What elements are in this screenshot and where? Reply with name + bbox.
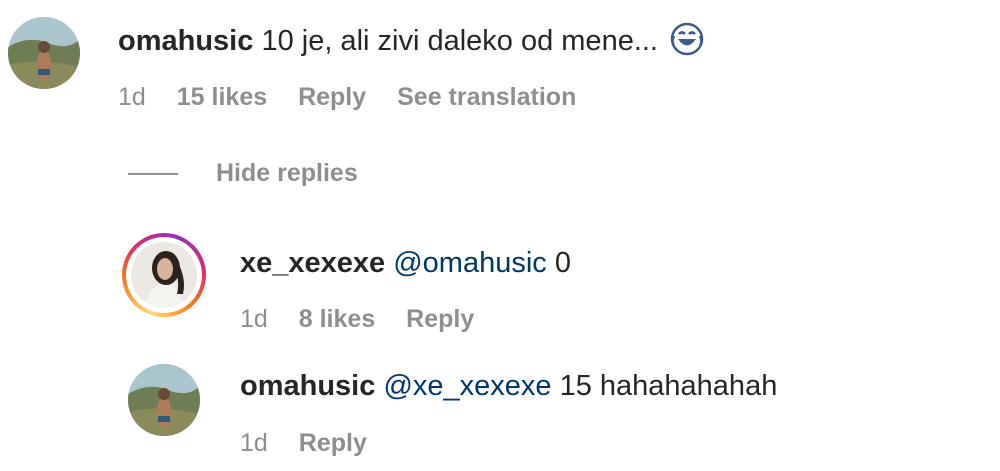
avatar-omahusic[interactable] xyxy=(8,17,80,89)
comment-text-line: omahusic 10 je, ali zivi daleko od mene.… xyxy=(118,22,704,64)
reply-2-username[interactable]: omahusic xyxy=(240,370,375,402)
reply-2-age: 1d xyxy=(240,429,268,457)
hide-replies-label: Hide replies xyxy=(216,159,358,187)
reply-1-reply-button[interactable]: Reply xyxy=(406,305,474,333)
comment-text: 10 je, ali zivi daleko od mene... xyxy=(261,25,658,57)
reply-2-text: 15 hahahahahah xyxy=(559,370,778,402)
comment-reply-button[interactable]: Reply xyxy=(298,83,366,111)
hide-replies-button[interactable]: Hide replies xyxy=(128,158,358,188)
reply-1-age: 1d xyxy=(240,305,268,333)
reply-1-text: 0 xyxy=(554,247,571,279)
beach-photo-avatar xyxy=(128,364,200,436)
comment-likes[interactable]: 15 likes xyxy=(177,83,267,111)
comment-username[interactable]: omahusic xyxy=(118,25,253,57)
see-translation-button[interactable]: See translation xyxy=(397,83,576,111)
reply-2-reply-button[interactable]: Reply xyxy=(299,429,367,457)
beach-photo-avatar xyxy=(8,17,80,89)
avatar-xe-xexexe-story-ring[interactable] xyxy=(122,233,206,317)
face-with-tears-of-joy-icon xyxy=(670,22,704,64)
reply-1-text-line: xe_xexexe @omahusic 0 xyxy=(240,246,571,280)
reply-1-meta: 1d 8 likes Reply xyxy=(240,304,498,334)
reply-1-mention[interactable]: @omahusic xyxy=(393,247,547,279)
portrait-photo-avatar xyxy=(131,242,197,308)
reply-1-likes[interactable]: 8 likes xyxy=(299,305,375,333)
reply-2-mention[interactable]: @xe_xexexe xyxy=(383,370,551,402)
avatar-omahusic-reply[interactable] xyxy=(128,364,200,436)
comment-age: 1d xyxy=(118,83,146,111)
divider-line xyxy=(128,173,178,176)
reply-2-meta: 1d Reply xyxy=(240,428,391,458)
reply-2-text-line: omahusic @xe_xexexe 15 hahahahahah xyxy=(240,369,777,403)
comment-meta: 1d 15 likes Reply See translation xyxy=(118,82,600,112)
avatar-xe-xexexe xyxy=(131,242,197,308)
reply-1-username[interactable]: xe_xexexe xyxy=(240,247,385,279)
